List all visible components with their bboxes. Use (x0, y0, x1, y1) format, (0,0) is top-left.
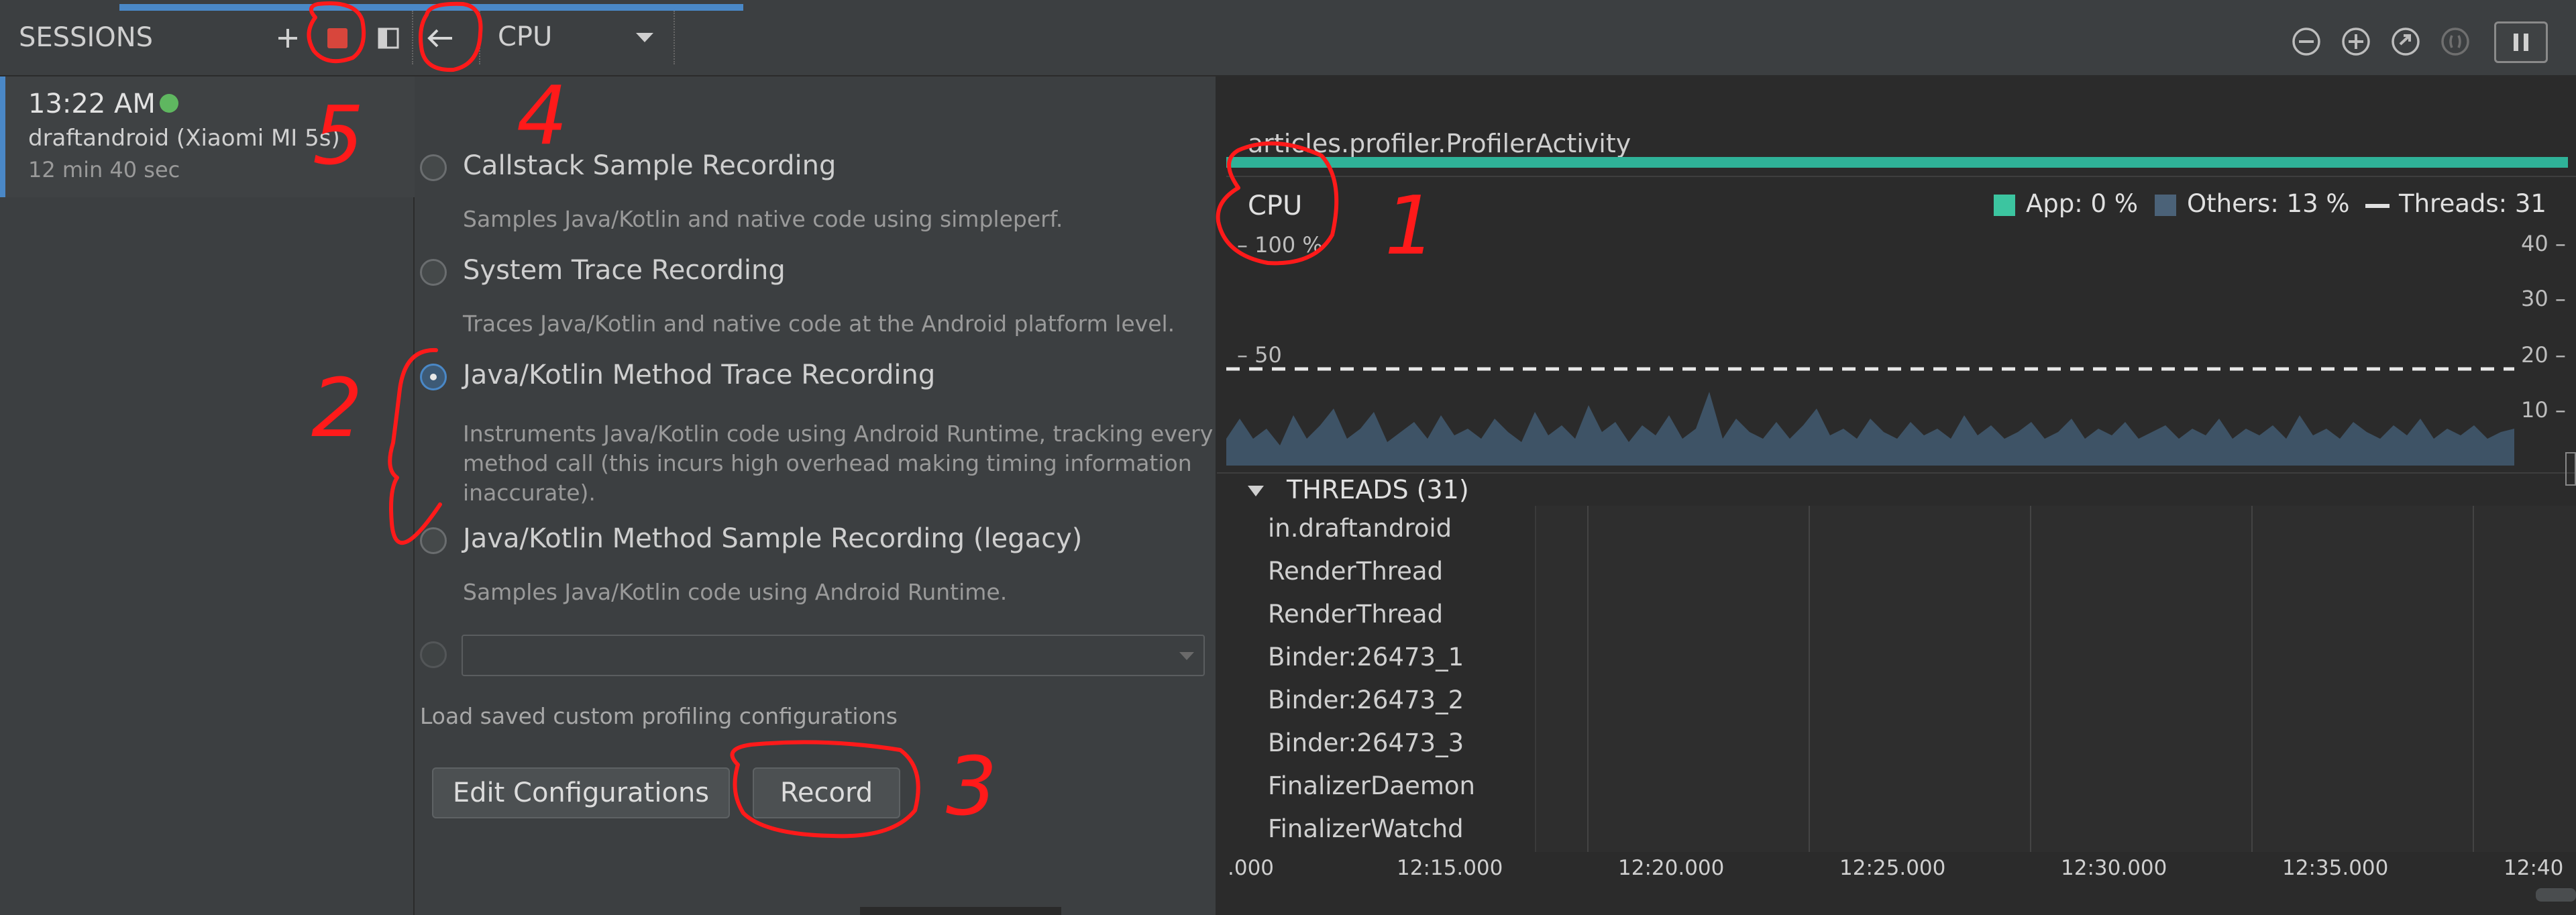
threads-header[interactable]: THREADS (31) (1287, 475, 1469, 504)
app-legend-label: App: 0 % (2026, 189, 2138, 218)
app-legend-swatch (1994, 195, 2015, 216)
load-saved-configs-link[interactable]: Load saved custom profiling configuratio… (420, 703, 898, 729)
zoom-in-button[interactable] (2337, 23, 2375, 60)
toolbar-separator (674, 11, 676, 64)
time-tick-label: 12:25.000 (1839, 856, 1946, 880)
session-device: draftandroid (Xiaomi MI 5s) (28, 125, 340, 152)
right-axis-value: 30 (2521, 286, 2548, 311)
thread-row[interactable]: in.draftandroid (1268, 514, 1452, 543)
radio-callstack-sample[interactable] (420, 154, 447, 181)
thread-row[interactable]: FinalizerDaemon (1268, 771, 1475, 800)
time-tick-label: 12:15.000 (1397, 856, 1503, 880)
zoom-to-selection-button[interactable] (2436, 23, 2474, 60)
option-description: Samples Java/Kotlin and native code usin… (463, 206, 1063, 232)
thread-row[interactable]: FinalizerWatchd (1268, 814, 1464, 843)
time-tick-label: 12:30.000 (2061, 856, 2167, 880)
chevron-down-icon (636, 33, 653, 42)
toolbar-separator (479, 11, 482, 64)
others-legend-swatch (2155, 195, 2176, 216)
right-axis-label: 10 – (2521, 397, 2566, 423)
threads-legend-label: Threads: 31 (2399, 189, 2546, 218)
right-axis-label: 30 – (2521, 286, 2566, 311)
pause-button[interactable] (2494, 21, 2548, 63)
zoom-out-button[interactable] (2288, 23, 2325, 60)
radio-custom-config[interactable] (420, 641, 447, 668)
stop-icon (327, 28, 347, 48)
others-cpu-area (1226, 392, 2514, 466)
annotation-number: 2 (311, 362, 363, 455)
pause-icon (2514, 34, 2528, 51)
annotation-number: 3 (946, 741, 998, 834)
right-axis-value: 10 (2521, 397, 2548, 423)
stop-session-button[interactable] (321, 21, 354, 55)
zoom-out-icon (2292, 28, 2320, 56)
thread-row[interactable]: Binder:26473_2 (1268, 686, 1464, 714)
option-title: Java/Kotlin Method Trace Recording (463, 360, 936, 390)
sessions-panel: 13:22 AM draftandroid (Xiaomi MI 5s) 12 … (0, 76, 417, 915)
top-toolbar: SESSIONS CPU (0, 0, 2576, 76)
add-icon (278, 29, 297, 48)
option-title: System Trace Recording (463, 255, 786, 286)
radio-system-trace[interactable] (420, 259, 447, 286)
radio-method-sample-legacy[interactable] (420, 527, 447, 554)
toggle-sessions-panel-button[interactable] (372, 21, 405, 55)
back-arrow-icon (427, 29, 452, 48)
radio-method-trace[interactable] (420, 364, 447, 390)
collapse-threads-icon[interactable] (1246, 484, 1265, 498)
option-description: Samples Java/Kotlin code using Android R… (463, 579, 1008, 605)
right-axis-label: 20 – (2521, 342, 2566, 368)
back-button[interactable] (421, 21, 459, 55)
time-tick-label: .000 (1228, 856, 1275, 880)
time-tick-label: 12:20.000 (1618, 856, 1725, 880)
right-axis-value: 40 (2521, 231, 2548, 256)
activity-name: articles.profiler.ProfilerActivity (1248, 129, 1631, 158)
profiler-dropdown[interactable]: CPU (498, 16, 659, 59)
add-session-button[interactable] (271, 21, 305, 55)
thread-row[interactable]: RenderThread (1268, 557, 1443, 586)
right-axis-value: 20 (2521, 342, 2548, 368)
annotation-number: 1 (1385, 180, 1436, 273)
reset-zoom-icon (2392, 28, 2420, 56)
option-description: Traces Java/Kotlin and native code at th… (463, 311, 1175, 337)
cpu-title: CPU (1248, 191, 1303, 221)
option-description-line: Instruments Java/Kotlin code using Andro… (463, 421, 1214, 447)
resize-handle[interactable] (2565, 452, 2576, 486)
annotation-number: 4 (517, 70, 568, 163)
panel-toggle-icon (378, 28, 399, 49)
record-button[interactable]: Record (753, 767, 900, 818)
divider (1226, 176, 2576, 177)
divider (1217, 472, 2576, 474)
scroll-thumb[interactable] (860, 907, 1061, 915)
session-live-indicator (160, 94, 178, 113)
threads-legend-swatch (2365, 204, 2390, 208)
toolbar-separator (412, 11, 415, 64)
annotation-number: 5 (313, 90, 364, 183)
zoom-to-selection-icon (2441, 28, 2469, 56)
option-description-line: method call (this incurs high overhead m… (463, 450, 1192, 476)
custom-config-dropdown[interactable] (462, 635, 1205, 676)
option-title: Java/Kotlin Method Sample Recording (leg… (463, 523, 1083, 554)
sessions-label: SESSIONS (19, 22, 154, 53)
edit-configurations-button[interactable]: Edit Configurations (432, 767, 730, 818)
option-description-line: inaccurate). (463, 480, 596, 506)
recording-config-panel: Callstack Sample Recording Samples Java/… (415, 76, 1216, 915)
thread-row[interactable]: Binder:26473_1 (1268, 643, 1464, 671)
chevron-down-icon (1179, 652, 1194, 660)
horizontal-scrollbar[interactable] (2536, 888, 2576, 902)
right-axis-label: 40 – (2521, 231, 2566, 256)
time-tick-label: 12:35.000 (2282, 856, 2389, 880)
thread-row[interactable]: Binder:26473_3 (1268, 729, 1464, 757)
time-tick-label: 12:40 (2504, 856, 2564, 880)
session-time: 13:22 AM (28, 89, 156, 119)
others-legend-label: Others: 13 % (2187, 189, 2350, 218)
threads-timeline-area (1535, 506, 2576, 852)
reset-zoom-button[interactable] (2387, 23, 2424, 60)
zoom-in-icon (2342, 28, 2370, 56)
thread-row[interactable]: RenderThread (1268, 600, 1443, 629)
profiler-dropdown-value: CPU (498, 21, 553, 52)
activity-bar (1226, 157, 2568, 168)
loading-indicator (119, 4, 743, 11)
session-duration: 12 min 40 sec (28, 157, 180, 182)
